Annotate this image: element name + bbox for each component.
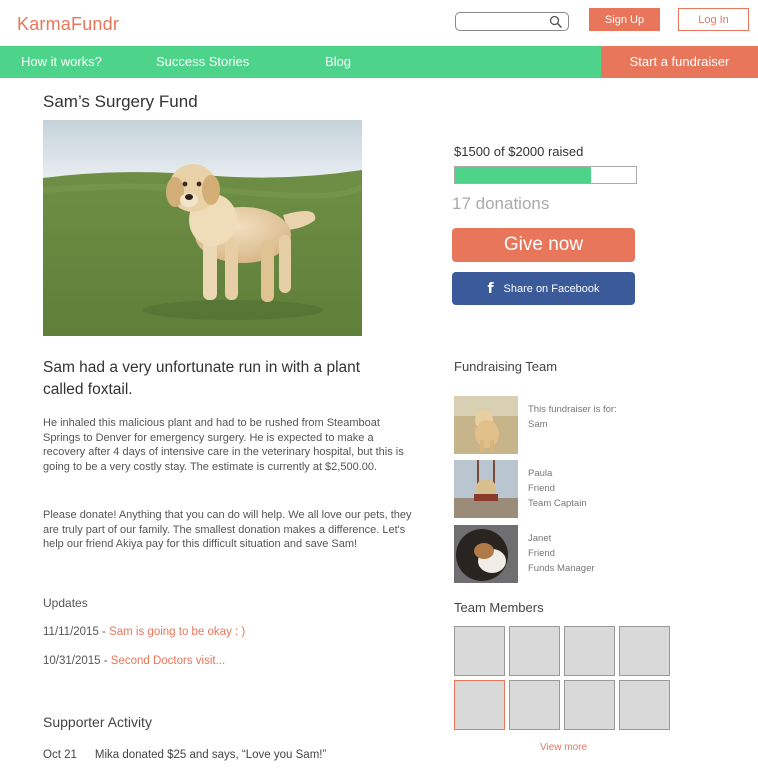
member-info: This fundraiser is for: Sam bbox=[528, 402, 617, 432]
member-thumbnail[interactable] bbox=[564, 626, 615, 676]
avatar bbox=[454, 396, 518, 454]
nav-success-stories[interactable]: Success Stories bbox=[156, 46, 249, 78]
donation-count: 17 donations bbox=[452, 194, 550, 213]
update-item: 11/11/2015 - Sam is going to be okay : ) bbox=[43, 626, 245, 638]
member-role: Sam bbox=[528, 419, 548, 430]
member-name: Paula bbox=[528, 468, 553, 479]
member-role: Team Captain bbox=[528, 498, 587, 509]
team-member[interactable]: Paula Friend Team Captain bbox=[454, 460, 704, 518]
member-relation: Friend bbox=[528, 548, 555, 559]
nav-how-it-works[interactable]: How it works? bbox=[21, 46, 102, 78]
view-more-link[interactable]: View more bbox=[540, 742, 587, 753]
member-info: Paula Friend Team Captain bbox=[528, 466, 587, 511]
give-now-button[interactable]: Give now bbox=[452, 228, 635, 262]
supporter-activity-heading: Supporter Activity bbox=[43, 714, 152, 730]
update-item: 10/31/2015 - Second Doctors visit... bbox=[43, 655, 225, 667]
activity-text: Mika donated $25 and says, “Love you Sam… bbox=[94, 749, 327, 761]
signup-button[interactable]: Sign Up bbox=[589, 8, 660, 31]
main-nav: How it works? Success Stories Blog Start… bbox=[0, 46, 758, 78]
site-logo[interactable]: KarmaFundr bbox=[17, 14, 119, 35]
member-role: Funds Manager bbox=[528, 563, 595, 574]
facebook-icon: f bbox=[487, 280, 494, 297]
campaign-photo bbox=[43, 120, 362, 336]
activity-item: Oct 21 Mika donated $25 and says, “Love y… bbox=[43, 749, 326, 761]
member-thumbnail[interactable] bbox=[509, 626, 560, 676]
member-name: Janet bbox=[528, 533, 552, 544]
member-relation: Friend bbox=[528, 483, 555, 494]
search-icon[interactable] bbox=[549, 15, 563, 29]
start-fundraiser-button[interactable]: Start a fundraiser bbox=[601, 46, 758, 78]
search-input[interactable] bbox=[455, 12, 569, 31]
member-thumbnail[interactable] bbox=[564, 680, 615, 730]
team-member[interactable]: This fundraiser is for: Sam bbox=[454, 396, 704, 454]
team-members-heading: Team Members bbox=[454, 600, 544, 615]
page-title: Sam’s Surgery Fund bbox=[43, 92, 198, 111]
story-paragraph: Please donate! Anything that you can do … bbox=[43, 509, 412, 550]
login-button[interactable]: Log In bbox=[678, 8, 749, 31]
share-facebook-button[interactable]: f Share on Facebook bbox=[452, 272, 635, 305]
member-name: This fundraiser is for: bbox=[528, 404, 617, 415]
progress-fill bbox=[455, 167, 591, 183]
member-thumbnail[interactable] bbox=[454, 680, 505, 730]
member-thumbnail[interactable] bbox=[619, 626, 670, 676]
updates-heading: Updates bbox=[43, 596, 88, 610]
raised-amount: $1500 of $2000 raised bbox=[454, 144, 584, 159]
team-member[interactable]: Janet Friend Funds Manager bbox=[454, 525, 704, 583]
share-facebook-label: Share on Facebook bbox=[503, 282, 600, 295]
avatar bbox=[454, 460, 518, 518]
story-headline: Sam had a very unfortunate run in with a… bbox=[43, 359, 361, 398]
nav-blog[interactable]: Blog bbox=[325, 46, 351, 78]
member-thumbnail[interactable] bbox=[619, 680, 670, 730]
update-link[interactable]: Sam is going to be okay : ) bbox=[109, 626, 245, 638]
update-date: 11/11/2015 - bbox=[43, 626, 110, 638]
fundraising-team-heading: Fundraising Team bbox=[454, 359, 558, 374]
member-info: Janet Friend Funds Manager bbox=[528, 531, 595, 576]
activity-date: Oct 21 bbox=[43, 749, 77, 761]
member-thumbnail[interactable] bbox=[509, 680, 560, 730]
avatar bbox=[454, 525, 518, 583]
story-paragraph: He inhaled this malicious plant and had … bbox=[43, 417, 404, 473]
update-date: 10/31/2015 - bbox=[43, 655, 111, 667]
progress-bar bbox=[454, 166, 637, 184]
update-link[interactable]: Second Doctors visit... bbox=[111, 655, 225, 667]
member-thumbnail[interactable] bbox=[454, 626, 505, 676]
